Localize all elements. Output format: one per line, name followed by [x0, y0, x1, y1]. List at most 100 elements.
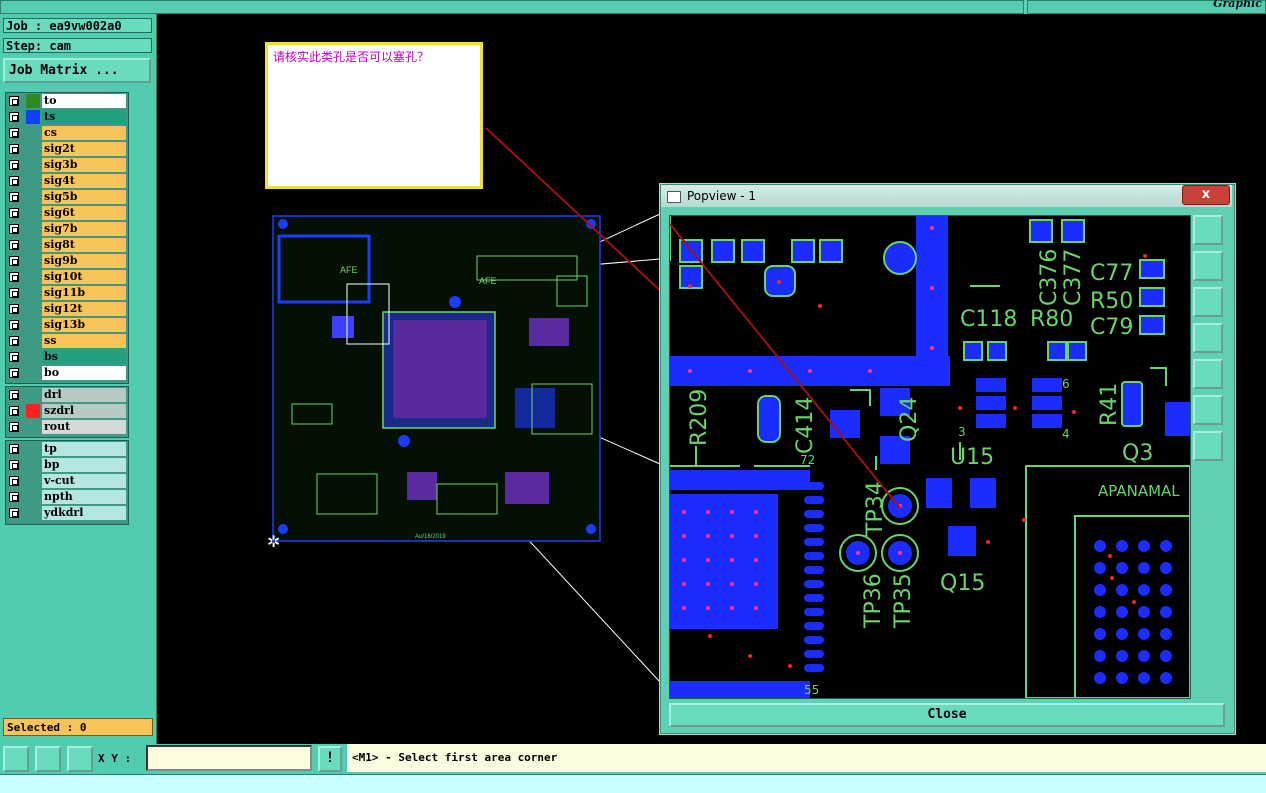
layer-row-bp[interactable]: bp	[6, 457, 128, 473]
layer-row-sig6t[interactable]: sig6t	[6, 205, 128, 221]
layer-checkbox[interactable]	[9, 336, 19, 346]
layer-checkbox[interactable]	[9, 96, 19, 106]
pan-left-icon[interactable]	[1193, 323, 1223, 353]
layer-checkbox[interactable]	[9, 368, 19, 378]
layer-row-bs[interactable]: bs	[6, 349, 128, 365]
layer-name[interactable]: sig11b	[42, 286, 126, 300]
zoom-in-icon[interactable]	[1193, 395, 1223, 425]
layer-row-sig3b[interactable]: sig3b	[6, 157, 128, 173]
layer-checkbox[interactable]	[9, 460, 19, 470]
xy-input[interactable]	[146, 745, 312, 771]
layer-name[interactable]: szdrl	[42, 404, 126, 418]
layer-checkbox[interactable]	[9, 320, 19, 330]
layer-checkbox[interactable]	[9, 304, 19, 314]
layer-color-swatch[interactable]	[26, 94, 40, 108]
layer-row-sig9b[interactable]: sig9b	[6, 253, 128, 269]
layer-name[interactable]: npth	[42, 490, 126, 504]
layer-checkbox[interactable]	[9, 492, 19, 502]
layer-checkbox[interactable]	[9, 352, 19, 362]
job-matrix-button[interactable]: Job Matrix ...	[3, 58, 151, 83]
popview-titlebar[interactable]: Popview - 1 x	[661, 185, 1232, 207]
layer-name[interactable]: drl	[42, 388, 126, 402]
layer-name[interactable]: sig6t	[42, 206, 126, 220]
layer-color-swatch[interactable]	[26, 110, 40, 124]
layer-row-sig7b[interactable]: sig7b	[6, 221, 128, 237]
layer-checkbox[interactable]	[9, 208, 19, 218]
layer-checkbox[interactable]	[9, 128, 19, 138]
layer-name[interactable]: bo	[42, 366, 126, 380]
layer-name[interactable]: to	[42, 94, 126, 108]
layer-checkbox[interactable]	[9, 272, 19, 282]
pan-down-icon[interactable]	[1193, 287, 1223, 317]
layer-row-szdrl[interactable]: szdrl	[6, 403, 128, 419]
layer-row-cs[interactable]: cs	[6, 125, 128, 141]
layer-checkbox[interactable]	[9, 144, 19, 154]
layer-name[interactable]: ss	[42, 334, 126, 348]
layer-name[interactable]: tp	[42, 442, 126, 456]
alert-icon[interactable]: !	[318, 746, 342, 772]
layer-row-npth[interactable]: npth	[6, 489, 128, 505]
layer-checkbox[interactable]	[9, 390, 19, 400]
pan-right-icon[interactable]	[1193, 359, 1223, 389]
layer-name[interactable]: sig9b	[42, 254, 126, 268]
layer-name[interactable]: sig3b	[42, 158, 126, 172]
layer-row-ts[interactable]: ts	[6, 109, 128, 125]
grid-icon[interactable]	[67, 746, 93, 772]
layer-row-drl[interactable]: drl	[6, 387, 128, 403]
layer-checkbox[interactable]	[9, 192, 19, 202]
layer-name[interactable]: sig4t	[42, 174, 126, 188]
designator: APANAMAL	[1098, 482, 1180, 500]
layer-checkbox[interactable]	[9, 422, 19, 432]
measure-icon[interactable]	[3, 746, 29, 772]
layer-checkbox[interactable]	[9, 256, 19, 266]
layer-row-to[interactable]: to	[6, 93, 128, 109]
angle-icon[interactable]	[35, 746, 61, 772]
layer-row-sig10t[interactable]: sig10t	[6, 269, 128, 285]
layer-row-sig4t[interactable]: sig4t	[6, 173, 128, 189]
layer-row-sig13b[interactable]: sig13b	[6, 317, 128, 333]
layer-checkbox[interactable]	[9, 406, 19, 416]
layer-name[interactable]: sig10t	[42, 270, 126, 284]
layer-checkbox[interactable]	[9, 476, 19, 486]
layer-name[interactable]: sig12t	[42, 302, 126, 316]
layer-row-sig11b[interactable]: sig11b	[6, 285, 128, 301]
layer-checkbox[interactable]	[9, 224, 19, 234]
layer-checkbox[interactable]	[9, 160, 19, 170]
layer-name[interactable]: sig7b	[42, 222, 126, 236]
layer-checkbox[interactable]	[9, 288, 19, 298]
layer-name[interactable]: bs	[42, 350, 126, 364]
layer-checkbox[interactable]	[9, 508, 19, 518]
layer-checkbox[interactable]	[9, 240, 19, 250]
close-icon[interactable]: x	[1182, 185, 1230, 205]
layer-name[interactable]: v-cut	[42, 474, 126, 488]
layer-row-sig12t[interactable]: sig12t	[6, 301, 128, 317]
layer-row-bo[interactable]: bo	[6, 365, 128, 381]
layer-row-ydkdrl[interactable]: ydkdrl	[6, 505, 128, 521]
zoom-fit-icon[interactable]	[1193, 215, 1223, 245]
layer-row-rout[interactable]: rout	[6, 419, 128, 435]
layer-row-tp[interactable]: tp	[6, 441, 128, 457]
layer-name[interactable]: sig13b	[42, 318, 126, 332]
layer-name[interactable]: ydkdrl	[42, 506, 126, 520]
zoom-out-icon[interactable]	[1193, 431, 1223, 461]
layer-checkbox[interactable]	[9, 112, 19, 122]
layer-name[interactable]: sig2t	[42, 142, 126, 156]
layer-checkbox[interactable]	[9, 176, 19, 186]
layer-name[interactable]: sig8t	[42, 238, 126, 252]
layer-row-ss[interactable]: ss	[6, 333, 128, 349]
layer-name[interactable]: sig5b	[42, 190, 126, 204]
popview-window[interactable]: Popview - 1 x C118 R80 C77 R50 C79 Q3 U1…	[660, 184, 1235, 734]
layer-row-sig8t[interactable]: sig8t	[6, 237, 128, 253]
popview-close-button[interactable]: Close	[669, 703, 1225, 727]
layer-color-swatch[interactable]	[26, 404, 40, 418]
layer-name[interactable]: bp	[42, 458, 126, 472]
layer-row-sig5b[interactable]: sig5b	[6, 189, 128, 205]
pan-up-icon[interactable]	[1193, 251, 1223, 281]
layer-name[interactable]: cs	[42, 126, 126, 140]
layer-checkbox[interactable]	[9, 444, 19, 454]
popview-zoom-view[interactable]: C118 R80 C77 R50 C79 Q3 U15 Q15 APANAMAL…	[669, 215, 1191, 699]
layer-name[interactable]: rout	[42, 420, 126, 434]
layer-row-sig2t[interactable]: sig2t	[6, 141, 128, 157]
layer-name[interactable]: ts	[42, 110, 126, 124]
layer-row-v-cut[interactable]: v-cut	[6, 473, 128, 489]
